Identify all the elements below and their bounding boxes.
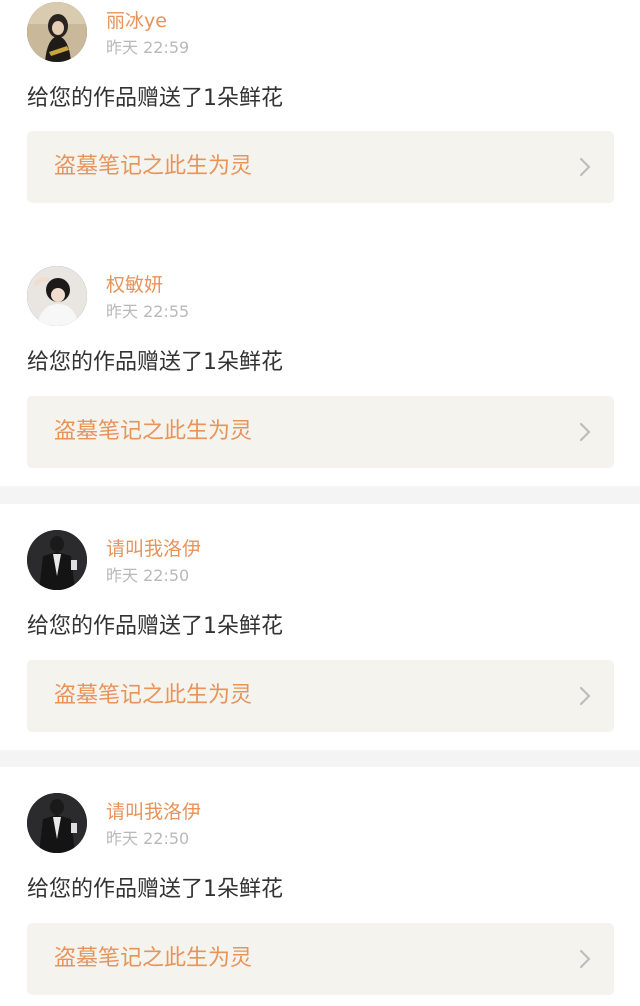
notification-feed: 丽冰ye 昨天 22:59 给您的作品赠送了1朵鲜花 盗墓笔记之此生为灵 权敏妍… xyxy=(0,0,640,1006)
work-title: 盗墓笔记之此生为灵 xyxy=(54,419,253,444)
work-link[interactable]: 盗墓笔记之此生为灵 xyxy=(27,923,614,995)
work-link[interactable]: 盗墓笔记之此生为灵 xyxy=(27,131,614,203)
avatar-girl-dark-hair-icon xyxy=(27,2,87,62)
chevron-right-icon xyxy=(578,421,592,443)
work-title: 盗墓笔记之此生为灵 xyxy=(54,946,253,971)
timestamp: 昨天 22:59 xyxy=(106,38,190,57)
notification-card: 请叫我洛伊 昨天 22:50 给您的作品赠送了1朵鲜花 盗墓笔记之此生为灵 xyxy=(0,767,640,1006)
gift-message: 给您的作品赠送了1朵鲜花 xyxy=(27,350,283,375)
avatar-man-suit-icon xyxy=(27,530,87,590)
user-name[interactable]: 请叫我洛伊 xyxy=(106,800,201,824)
work-title: 盗墓笔记之此生为灵 xyxy=(54,683,253,708)
user-name[interactable]: 权敏妍 xyxy=(106,273,163,297)
timestamp: 昨天 22:50 xyxy=(106,566,190,585)
timestamp: 昨天 22:55 xyxy=(106,302,190,321)
timestamp: 昨天 22:50 xyxy=(106,829,190,848)
notification-card: 丽冰ye 昨天 22:59 给您的作品赠送了1朵鲜花 盗墓笔记之此生为灵 xyxy=(0,0,640,246)
avatar-man-suit-icon xyxy=(27,793,87,853)
chevron-right-icon xyxy=(578,156,592,178)
gift-message: 给您的作品赠送了1朵鲜花 xyxy=(27,614,283,639)
work-title: 盗墓笔记之此生为灵 xyxy=(54,154,253,179)
notification-card: 请叫我洛伊 昨天 22:50 给您的作品赠送了1朵鲜花 盗墓笔记之此生为灵 xyxy=(0,504,640,750)
notification-card: 权敏妍 昨天 22:55 给您的作品赠送了1朵鲜花 盗墓笔记之此生为灵 xyxy=(0,240,640,486)
gift-message: 给您的作品赠送了1朵鲜花 xyxy=(27,86,283,111)
chevron-right-icon xyxy=(578,685,592,707)
work-link[interactable]: 盗墓笔记之此生为灵 xyxy=(27,660,614,732)
avatar-girl-white-icon xyxy=(27,266,87,326)
user-name[interactable]: 丽冰ye xyxy=(106,9,167,33)
avatar[interactable] xyxy=(27,2,87,62)
gift-message: 给您的作品赠送了1朵鲜花 xyxy=(27,877,283,902)
user-name[interactable]: 请叫我洛伊 xyxy=(106,537,201,561)
avatar[interactable] xyxy=(27,266,87,326)
work-link[interactable]: 盗墓笔记之此生为灵 xyxy=(27,396,614,468)
avatar[interactable] xyxy=(27,793,87,853)
chevron-right-icon xyxy=(578,948,592,970)
avatar[interactable] xyxy=(27,530,87,590)
